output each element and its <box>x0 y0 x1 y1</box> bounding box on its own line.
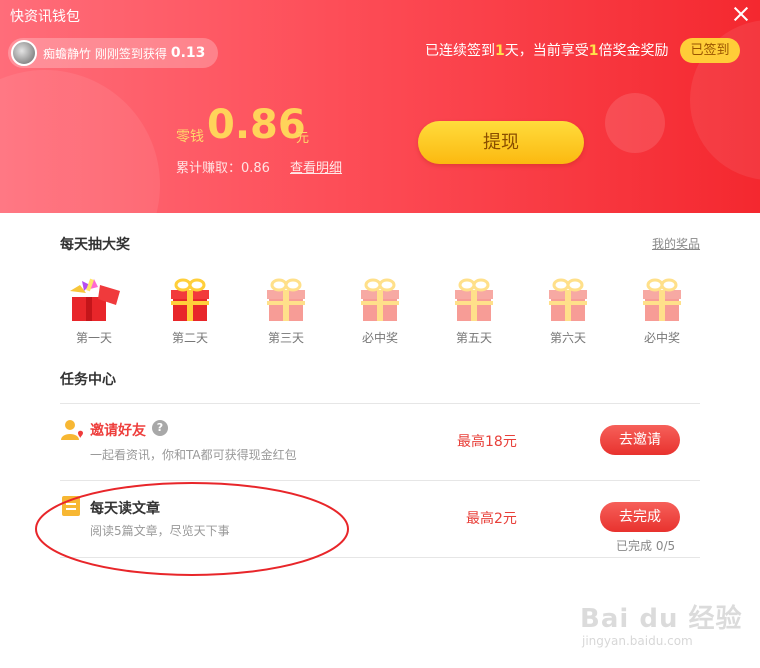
gift-day-3[interactable]: 第三天 <box>256 275 316 346</box>
gift-box-icon <box>171 278 209 321</box>
gift-label: 第一天 <box>75 331 112 345</box>
watermark-url: jingyan.baidu.com <box>582 634 693 648</box>
task-desc: 一起看资讯，你和TA都可获得现金红包 <box>90 448 297 462</box>
decor-circle <box>605 93 665 153</box>
gift-label: 必中奖 <box>361 331 398 345</box>
my-prize-link[interactable]: 我的奖品 <box>652 235 700 252</box>
gift-box-icon <box>267 278 305 321</box>
balance-label: 零钱 <box>176 129 204 145</box>
earned-total: 累计赚取：0.86 <box>176 161 270 176</box>
balance-unit: 元 <box>296 131 310 146</box>
gift-label: 必中奖 <box>643 331 680 345</box>
window-title: 快资讯钱包 <box>10 9 80 25</box>
notice-text: 痴蟾静竹 刚刚签到获得 <box>43 46 167 61</box>
streak-mid: 天，当前享受 <box>504 43 589 59</box>
gift-label: 第五天 <box>455 331 492 345</box>
task-center-title: 任务中心 <box>60 372 116 388</box>
gift-box-icon <box>455 278 493 321</box>
task-desc: 阅读5篇文章，尽览天下事 <box>90 524 230 538</box>
withdraw-button[interactable]: 提现 <box>418 121 584 164</box>
help-icon[interactable]: ? <box>152 420 168 436</box>
close-icon[interactable] <box>731 4 751 24</box>
gift-day-7[interactable]: 必中奖 <box>632 275 692 346</box>
task-name: 邀请好友 <box>90 423 146 439</box>
gift-label: 第六天 <box>549 331 586 345</box>
wallet-header: 快资讯钱包 痴蟾静竹 刚刚签到获得 0.13 已连续签到1天，当前享受1倍奖金奖… <box>0 0 760 213</box>
streak-suffix: 倍奖金奖励 <box>598 43 669 59</box>
task-progress: 已完成 0/5 <box>616 539 676 553</box>
article-icon <box>62 496 80 520</box>
gift-box-icon <box>643 278 681 321</box>
task-reward: 最高18元 <box>457 434 517 450</box>
balance-value: 0.86 <box>207 102 306 148</box>
view-detail-link[interactable]: 查看明细 <box>290 157 342 176</box>
lottery-title: 每天抽大奖 <box>60 237 130 253</box>
gift-day-2[interactable]: 第二天 <box>160 275 220 346</box>
gift-day-6[interactable]: 第六天 <box>538 275 598 346</box>
streak-multiplier: 1 <box>588 43 599 59</box>
divider <box>60 480 700 481</box>
streak-days: 1 <box>495 43 505 59</box>
complete-button[interactable]: 去完成 <box>600 502 680 532</box>
streak-prefix: 已连续签到 <box>425 43 495 59</box>
gift-open-icon <box>70 278 120 321</box>
gift-day-4[interactable]: 必中奖 <box>350 275 410 346</box>
task-name: 每天读文章 <box>90 501 160 517</box>
gift-label: 第三天 <box>267 331 304 345</box>
decor-circle <box>0 70 160 213</box>
gift-day-1[interactable]: 第一天 <box>64 275 124 346</box>
invite-user-icon <box>61 419 85 445</box>
watermark: Bai du 经验 <box>580 604 743 634</box>
avatar <box>11 40 37 66</box>
gift-day-5[interactable]: 第五天 <box>444 275 504 346</box>
signin-notice: 痴蟾静竹 刚刚签到获得 0.13 <box>8 38 218 68</box>
divider <box>60 403 700 404</box>
gift-box-icon <box>549 278 587 321</box>
divider <box>60 557 700 558</box>
notice-amount: 0.13 <box>170 45 206 61</box>
signin-streak: 已连续签到1天，当前享受1倍奖金奖励 <box>425 40 669 60</box>
invite-button[interactable]: 去邀请 <box>600 425 680 455</box>
signed-button[interactable]: 已签到 <box>680 38 740 63</box>
task-reward: 最高2元 <box>466 511 517 527</box>
gift-label: 第二天 <box>171 331 208 345</box>
gift-box-icon <box>361 278 399 321</box>
